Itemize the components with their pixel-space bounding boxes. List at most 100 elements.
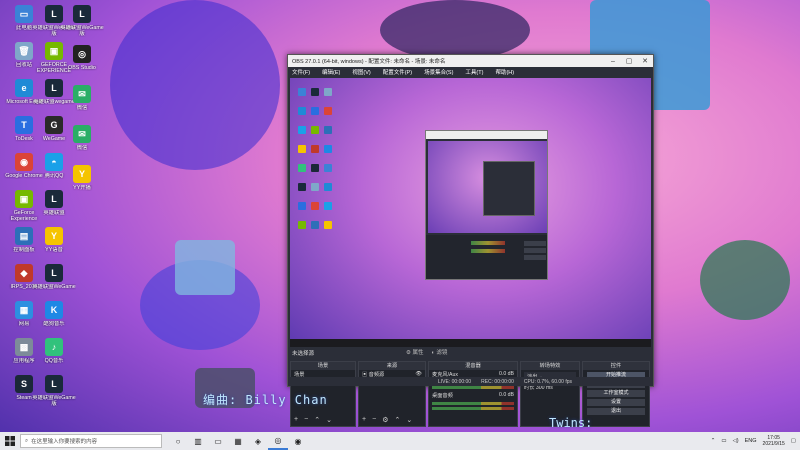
taskbar-app-icon[interactable]: ▥	[188, 432, 208, 450]
nested-obs-window	[425, 130, 548, 280]
network-icon[interactable]: ▭	[721, 438, 726, 444]
sources-footer: + − ⚙ ⌃ ⌄	[362, 416, 412, 424]
wallpaper-hat	[380, 0, 530, 60]
app-icon: ▭	[15, 5, 33, 23]
search-placeholder: 在这里输入你要搜索的内容	[31, 439, 98, 445]
wallpaper-cactus	[700, 240, 790, 320]
preview-desktop-icon	[324, 202, 332, 210]
desktop-icon[interactable]: Y YY开播	[60, 162, 104, 208]
obs-preview-canvas[interactable]	[290, 78, 651, 347]
language-indicator[interactable]: ENG	[745, 438, 757, 444]
volume-icon[interactable]: ◁)	[733, 438, 739, 444]
system-tray: ⌃ ▭ ◁) ENG 17:05 2021/9/15 ▢	[711, 432, 796, 450]
remove-icon[interactable]: −	[372, 416, 376, 424]
close-icon[interactable]: ✕	[637, 57, 653, 65]
sources-header: 来源	[359, 362, 425, 370]
up-icon[interactable]: ⌃	[394, 416, 400, 424]
windows-start-icon[interactable]	[0, 432, 20, 450]
desktop-icon[interactable]: L 英雄联盟WeGame版	[32, 372, 76, 418]
nested-preview	[428, 141, 547, 233]
obs-title-bar[interactable]: OBS 27.0.1 (64-bit, windows) - 配置文件: 未命名…	[288, 55, 653, 67]
scenes-header: 场景	[291, 362, 355, 370]
maximize-icon[interactable]: ▢	[621, 57, 637, 65]
up-icon[interactable]: ⌃	[314, 416, 320, 424]
add-icon[interactable]: +	[362, 416, 366, 424]
down-icon[interactable]: ⌄	[326, 416, 332, 424]
taskbar-app-icon[interactable]: ◉	[288, 432, 308, 450]
app-icon: e	[15, 79, 33, 97]
app-icon: ◉	[15, 153, 33, 171]
obs-menu-item[interactable]: 视图(V)	[352, 68, 370, 76]
taskbar-app-icon[interactable]: ◎	[268, 432, 288, 450]
app-icon: ▤	[15, 227, 33, 245]
preview-desktop-icon	[311, 145, 319, 153]
volume-slider[interactable]	[432, 407, 514, 410]
filters-button[interactable]: ◐ 滤镜	[431, 348, 447, 356]
down-icon[interactable]: ⌄	[406, 416, 412, 424]
obs-menu-item[interactable]: 帮助(H)	[495, 68, 514, 76]
taskbar-app-icon[interactable]: ○	[168, 432, 188, 450]
preview-desktop-icon	[298, 88, 306, 96]
transitions-header: 转场特效	[521, 362, 579, 370]
taskbar-search-box[interactable]: ⌕ 在这里输入你要搜索的内容	[20, 434, 162, 448]
remove-icon[interactable]: −	[304, 416, 308, 424]
studio-mode-button[interactable]: 工作室模式	[587, 390, 645, 397]
obs-menu-item[interactable]: 配置文件(P)	[383, 68, 412, 76]
app-icon: ♪	[45, 338, 63, 356]
obs-menu-item[interactable]: 场景集合(S)	[424, 68, 453, 76]
scenes-footer: + − ⌃ ⌄	[294, 416, 332, 424]
obs-menu-item[interactable]: 编辑(E)	[322, 68, 340, 76]
desktop-icon-label: YY语音	[45, 247, 63, 253]
app-icon: 🗑	[15, 42, 33, 60]
preview-desktop-icon	[324, 88, 332, 96]
app-icon: L	[45, 264, 63, 282]
obs-window[interactable]: OBS 27.0.1 (64-bit, windows) - 配置文件: 未命名…	[287, 54, 654, 427]
clock[interactable]: 17:05 2021/9/15	[763, 435, 785, 447]
obs-menu-item[interactable]: 文件(F)	[292, 68, 310, 76]
video-subtitle: 编曲: Billy Chan	[203, 393, 328, 407]
desktop-icon-area: ▭ 此电脑 L 英雄联盟WeGame版 🗑 回收站 ▣ GEFORCE EXPERIENCE e…	[2, 2, 104, 422]
app-icon: ▣	[15, 190, 33, 208]
no-source-label: 未选择源	[292, 351, 315, 357]
app-icon: ◆	[15, 264, 33, 282]
preview-desktop-icon	[298, 126, 306, 134]
preview-desktop-icon	[324, 126, 332, 134]
tray-chevron-icon[interactable]: ⌃	[711, 438, 716, 444]
preview-desktop-icon	[311, 88, 319, 96]
app-icon: L	[45, 375, 63, 393]
preview-desktop-icon	[298, 202, 306, 210]
mixer-track: 桌面音频 0.0 dB	[432, 392, 514, 399]
nested-inner-window	[483, 161, 535, 216]
desktop-icon-label: 英雄联盟WeGame版	[60, 25, 104, 37]
desktop-icon-label: 英雄联盟	[43, 210, 65, 216]
taskbar-app-icon[interactable]: ▦	[228, 432, 248, 450]
taskbar-app-icon[interactable]: ◈	[248, 432, 268, 450]
preview-desktop-icon	[311, 126, 319, 134]
exit-button[interactable]: 退出	[587, 408, 645, 415]
taskbar-app-icon[interactable]: ▭	[208, 432, 228, 450]
desktop-icon-label: 微信	[76, 105, 88, 111]
gear-icon[interactable]: ⚙	[382, 416, 388, 424]
notification-icon[interactable]: ▢	[791, 438, 796, 444]
preview-desktop-icon	[298, 145, 306, 153]
preview-desktop-icon	[311, 183, 319, 191]
preview-desktop-icon	[298, 107, 306, 115]
desktop-icon-label: 英雄联盟WeGame	[32, 284, 76, 290]
properties-button[interactable]: ⚙ 属性	[406, 348, 423, 356]
app-icon: ▩	[15, 338, 33, 356]
nested-title-bar	[426, 131, 547, 139]
app-icon: S	[15, 375, 33, 393]
settings-button[interactable]: 设置	[587, 399, 645, 406]
add-icon[interactable]: +	[294, 416, 298, 424]
minimize-icon[interactable]: –	[605, 58, 621, 65]
controls-header: 控件	[583, 362, 649, 370]
wallpaper-leaf	[110, 0, 280, 170]
obs-menu-item[interactable]: 工具(T)	[465, 68, 483, 76]
app-icon: T	[15, 116, 33, 134]
live-status: LIVE: 00:00:00	[438, 378, 472, 385]
desktop-icon-label: YY开播	[73, 185, 91, 191]
preview-desktop-icon	[324, 221, 332, 229]
volume-slider[interactable]	[432, 386, 514, 389]
search-icon: ⌕	[25, 437, 29, 444]
preview-desktop-icon	[324, 107, 332, 115]
